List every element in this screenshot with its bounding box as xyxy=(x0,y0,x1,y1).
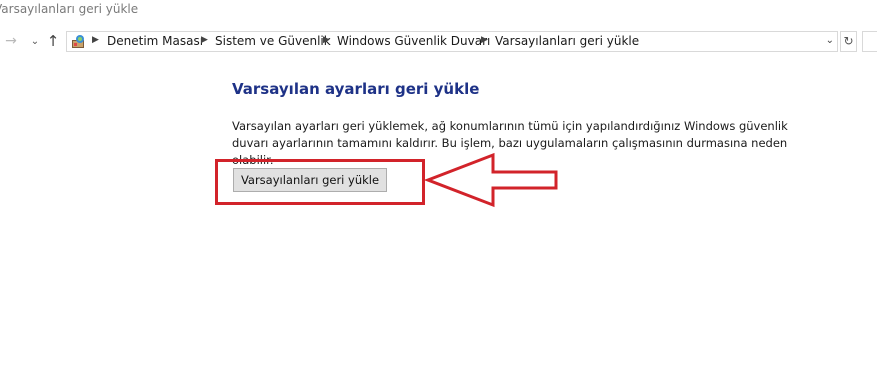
main-content: Varsayılan ayarları geri yükle Varsayıla… xyxy=(232,80,852,167)
navigation-bar: → ⌄ ↑ ▶ Denetim Masası ▶ Sistem ve Güven… xyxy=(0,28,877,56)
search-input[interactable] xyxy=(862,31,877,52)
chevron-right-icon[interactable]: ▶ xyxy=(201,35,208,45)
breadcrumb-control-panel[interactable]: Denetim Masası xyxy=(107,34,203,48)
chevron-right-icon[interactable]: ▶ xyxy=(323,35,330,45)
restore-defaults-button[interactable]: Varsayılanları geri yükle xyxy=(233,168,387,192)
control-panel-icon xyxy=(71,34,86,49)
page-title: Varsayılan ayarları geri yükle xyxy=(232,80,480,98)
title-bar: Varsayılanları geri yükle xyxy=(0,0,877,24)
window-title: Varsayılanları geri yükle xyxy=(0,2,139,16)
breadcrumb-windows-firewall[interactable]: Windows Güvenlik Duvarı xyxy=(337,34,490,48)
breadcrumb-restore-defaults[interactable]: Varsayılanları geri yükle xyxy=(495,34,639,48)
chevron-down-icon[interactable]: ⌄ xyxy=(826,35,834,46)
arrow-right-icon[interactable]: → xyxy=(2,33,20,49)
arrow-up-icon[interactable]: ↑ xyxy=(44,33,62,49)
chevron-down-icon[interactable]: ⌄ xyxy=(26,34,44,50)
refresh-icon[interactable]: ↻ xyxy=(840,31,857,52)
chevron-right-icon[interactable]: ▶ xyxy=(92,35,99,45)
description-text: Varsayılan ayarları geri yüklemek, ağ ko… xyxy=(232,119,788,167)
breadcrumb-system-security[interactable]: Sistem ve Güvenlik xyxy=(215,34,331,48)
chevron-right-icon[interactable]: ▶ xyxy=(481,35,488,45)
address-bar[interactable]: ▶ Denetim Masası ▶ Sistem ve Güvenlik ▶ … xyxy=(66,31,838,52)
